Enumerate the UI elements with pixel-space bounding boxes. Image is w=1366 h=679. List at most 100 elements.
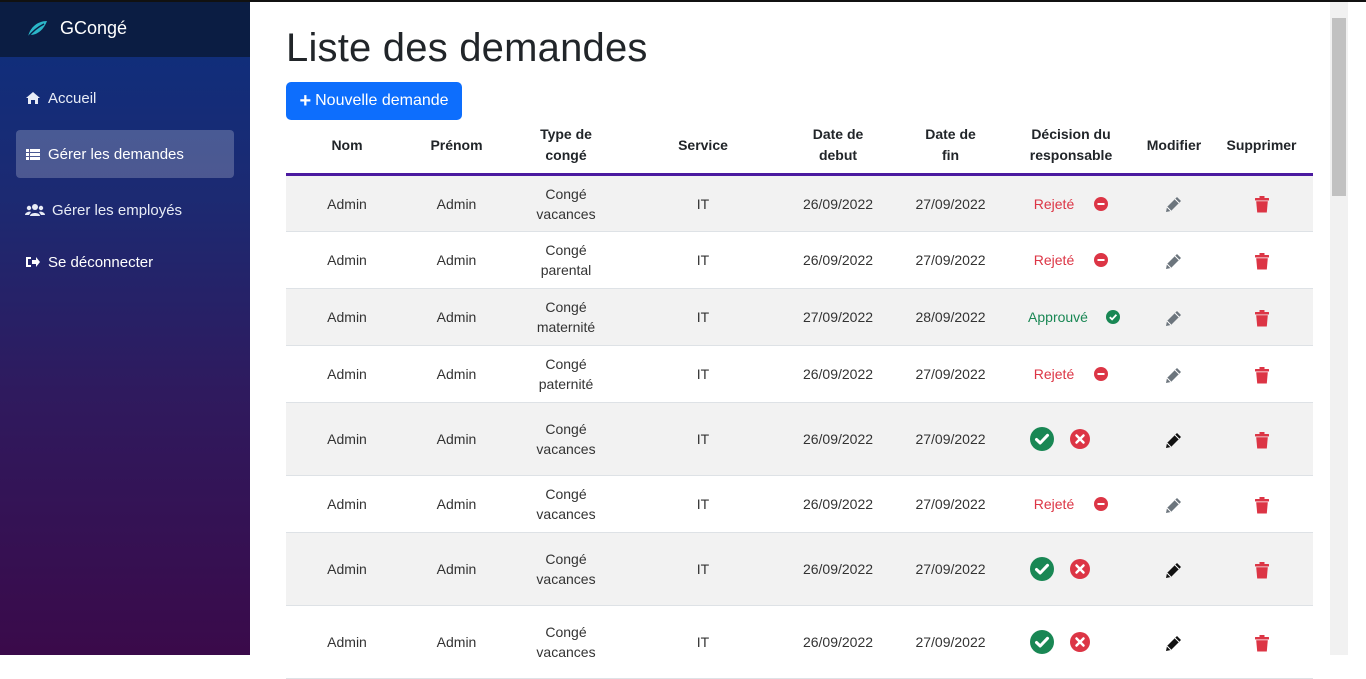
approved-check-icon xyxy=(1105,310,1120,324)
column-header: Nom xyxy=(286,117,408,176)
cell-date-fin: 27/09/2022 xyxy=(897,532,1004,606)
requests-table: Nom Prénom Type de congé Service Date de debut… xyxy=(286,117,1313,679)
column-header: Prénom xyxy=(408,117,505,176)
column-header-text: Type de xyxy=(540,126,592,142)
edit-pencil-icon[interactable] xyxy=(1164,365,1184,385)
sidebar-item-se-deconnecter[interactable]: Se déconnecter xyxy=(16,238,234,286)
cell-date-debut: 26/09/2022 xyxy=(779,345,897,403)
cell-date-debut: 27/09/2022 xyxy=(779,288,897,346)
decision-status-label: Rejeté xyxy=(1033,366,1075,382)
cell-service: IT xyxy=(627,345,779,403)
cell-modifier xyxy=(1138,288,1210,346)
sidebar-item-label: Gérer les employés xyxy=(52,201,183,219)
reject-icon[interactable] xyxy=(1070,632,1090,652)
cell-decision xyxy=(1004,605,1138,679)
rejected-minus-icon xyxy=(1094,497,1109,511)
approve-icon[interactable] xyxy=(1030,557,1054,581)
cell-date-debut: 26/09/2022 xyxy=(779,402,897,476)
cell-service: IT xyxy=(627,605,779,679)
scroll-thumb[interactable] xyxy=(1332,18,1346,196)
type-conge-text: paternité xyxy=(538,376,594,392)
cell-nom: Admin xyxy=(286,288,408,346)
delete-trash-icon[interactable] xyxy=(1254,309,1269,327)
cell-modifier xyxy=(1138,231,1210,289)
cell-decision: Approuvé xyxy=(1004,288,1138,346)
column-header-text: Date de xyxy=(925,126,976,142)
cell-type-conge: Congé vacances xyxy=(505,475,627,533)
table-row: Admin Admin Congé vacances IT 26/09/2022 27/09… xyxy=(286,475,1313,533)
type-conge-text: vacances xyxy=(536,644,596,660)
type-conge-text: vacances xyxy=(536,571,596,587)
delete-trash-icon[interactable] xyxy=(1254,561,1269,579)
edit-pencil-icon[interactable] xyxy=(1164,194,1184,214)
approve-icon[interactable] xyxy=(1030,427,1054,451)
cell-service: IT xyxy=(627,532,779,606)
column-header-text: congé xyxy=(545,147,587,163)
column-header: Supprimer xyxy=(1210,117,1313,176)
cell-type-conge: Congé vacances xyxy=(505,532,627,606)
cell-nom: Admin xyxy=(286,475,408,533)
leaf-logo-icon xyxy=(27,20,47,37)
column-header-text: responsable xyxy=(1029,147,1113,163)
decision-status-label: Rejeté xyxy=(1033,195,1075,212)
cell-date-debut: 26/09/2022 xyxy=(779,231,897,289)
cell-date-fin: 27/09/2022 xyxy=(897,231,1004,289)
edit-pencil-icon[interactable] xyxy=(1164,430,1184,450)
column-header-text: Décision du xyxy=(1031,126,1111,142)
delete-trash-icon[interactable] xyxy=(1254,196,1269,213)
cell-date-debut: 26/09/2022 xyxy=(779,532,897,606)
cell-nom: Admin xyxy=(286,231,408,289)
scrollbar[interactable] xyxy=(1330,0,1348,655)
delete-trash-icon[interactable] xyxy=(1254,634,1269,652)
new-request-label: Nouvelle demande xyxy=(315,92,449,109)
cell-service: IT xyxy=(627,475,779,533)
cell-decision: Rejeté xyxy=(1004,475,1138,533)
delete-trash-icon[interactable] xyxy=(1254,366,1269,384)
cell-modifier xyxy=(1138,475,1210,533)
column-header: Décision du responsable xyxy=(1004,117,1138,176)
column-header-text: debut xyxy=(818,147,858,163)
reject-icon[interactable] xyxy=(1070,559,1090,579)
column-header-text: Date de xyxy=(812,126,864,142)
delete-trash-icon[interactable] xyxy=(1254,496,1269,514)
delete-trash-icon[interactable] xyxy=(1254,252,1269,270)
reject-icon[interactable] xyxy=(1070,429,1090,449)
cell-supprimer xyxy=(1210,605,1313,679)
brand[interactable]: GCongé xyxy=(0,0,250,57)
approve-icon[interactable] xyxy=(1030,630,1054,654)
edit-pencil-icon[interactable] xyxy=(1164,560,1184,580)
cell-decision xyxy=(1004,532,1138,606)
cell-date-fin: 27/09/2022 xyxy=(897,402,1004,476)
new-request-button[interactable]: + Nouvelle demande xyxy=(286,82,462,120)
edit-pencil-icon[interactable] xyxy=(1164,308,1184,328)
cell-nom: Admin xyxy=(286,605,408,679)
sidebar-item-gerer-demandes[interactable]: Gérer les demandes xyxy=(16,130,234,178)
column-header: Service xyxy=(627,117,779,176)
rejected-minus-icon xyxy=(1094,367,1109,381)
cell-prenom: Admin xyxy=(408,231,505,289)
column-header: Date de debut xyxy=(779,117,897,176)
column-header-text: Modifier xyxy=(1146,136,1202,153)
cell-modifier xyxy=(1138,402,1210,476)
cell-date-debut: 26/09/2022 xyxy=(779,605,897,679)
edit-pencil-icon[interactable] xyxy=(1164,633,1184,653)
type-conge-text: Congé xyxy=(545,486,587,502)
cell-decision: Rejeté xyxy=(1004,174,1138,232)
delete-trash-icon[interactable] xyxy=(1254,431,1269,449)
cell-date-fin: 27/09/2022 xyxy=(897,605,1004,679)
cell-prenom: Admin xyxy=(408,532,505,606)
cell-type-conge: Congé vacances xyxy=(505,174,627,232)
cell-prenom: Admin xyxy=(408,605,505,679)
sidebar-item-gerer-employes[interactable]: Gérer les employés xyxy=(16,186,234,234)
edit-pencil-icon[interactable] xyxy=(1164,495,1184,515)
type-conge-text: Congé xyxy=(545,551,587,567)
column-header-text: Supprimer xyxy=(1226,136,1297,153)
cell-supprimer xyxy=(1210,532,1313,606)
edit-pencil-icon[interactable] xyxy=(1164,251,1184,271)
plus-icon: + xyxy=(299,90,312,112)
table-row: Admin Admin Congé vacances IT 26/09/2022 27/09… xyxy=(286,402,1313,476)
sidebar-item-accueil[interactable]: Accueil xyxy=(16,74,234,122)
cell-prenom: Admin xyxy=(408,402,505,476)
cell-date-fin: 28/09/2022 xyxy=(897,288,1004,346)
table-row: Admin Admin Congé vacances IT 26/09/2022 27/09… xyxy=(286,174,1313,232)
